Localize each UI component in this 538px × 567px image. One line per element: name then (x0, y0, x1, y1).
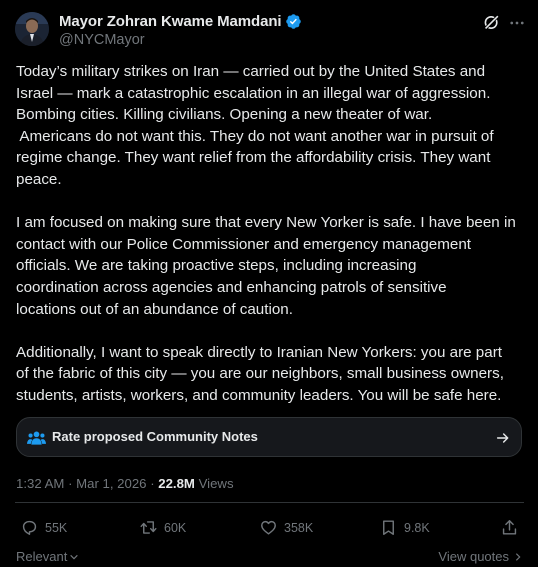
repost-count: 60K (164, 520, 187, 535)
meta-separator: · (68, 476, 73, 491)
post-line: students, artists, workers, and communit… (16, 386, 502, 404)
post-line: Bombing cities. Killing civilians. Openi… (16, 106, 433, 124)
community-notes-label: Rate proposed Community Notes (52, 429, 258, 444)
chevron-down-icon (70, 554, 79, 559)
rate-community-notes-button[interactable]: Rate proposed Community Notes (16, 417, 522, 457)
divider (15, 502, 524, 503)
post-line: Americans do not want this. They do not … (16, 127, 494, 145)
post-date[interactable]: Mar 1, 2026 (76, 476, 146, 491)
sort-replies-dropdown[interactable]: Relevant (16, 549, 79, 564)
post-time[interactable]: 1:32 AM (16, 476, 64, 491)
post-line: regime change. They want relief from the… (16, 149, 491, 167)
sort-label: Relevant (16, 549, 68, 564)
post-line: I am focused on making sure that every N… (16, 214, 516, 232)
post-body: Today’s military strikes on Iran — carri… (16, 61, 528, 407)
reply-icon (22, 520, 37, 535)
reply-count: 55K (45, 520, 68, 535)
share-button[interactable] (500, 518, 519, 537)
post-line: contact with our Police Commissioner and… (16, 235, 471, 253)
grok-icon[interactable] (482, 13, 501, 32)
views-label: Views (198, 476, 234, 491)
view-quotes-label: View quotes (438, 549, 509, 564)
author-handle[interactable]: @NYCMayor (59, 32, 145, 48)
post-paragraph: I am focused on making sure that every N… (16, 212, 528, 320)
heart-icon (261, 520, 276, 535)
post-line: Israel — mark a catastrophic escalation … (16, 84, 491, 102)
author-name-row[interactable]: Mayor Zohran Kwame Mamdani (59, 13, 302, 30)
more-icon[interactable] (508, 14, 526, 32)
verified-badge-icon (286, 14, 302, 29)
post-line: peace. (16, 170, 62, 188)
view-quotes-link[interactable]: View quotes (438, 549, 523, 564)
post-meta: 1:32 AM · Mar 1, 2026 · 22.8M Views (16, 476, 234, 491)
share-icon (502, 520, 517, 535)
bookmark-icon (383, 520, 394, 535)
post: Mayor Zohran Kwame Mamdani @NYCMayor Tod… (0, 0, 538, 567)
post-line: of the fabric of this city — you are our… (16, 365, 504, 383)
views-count: 22.8M (158, 476, 195, 491)
author-display-name[interactable]: Mayor Zohran Kwame Mamdani (59, 13, 282, 30)
post-paragraph: Today’s military strikes on Iran — carri… (16, 61, 528, 191)
reply-button[interactable]: 55K (20, 518, 67, 537)
post-line: Today’s military strikes on Iran — carri… (16, 63, 486, 80)
community-notes-icon (27, 431, 46, 445)
avatar-image (15, 12, 49, 46)
avatar[interactable] (15, 12, 49, 46)
post-line: Additionally, I want to speak directly t… (16, 343, 502, 361)
bookmark-count: 9.8K (404, 520, 430, 535)
post-line: locations out of an abundance of caution… (16, 300, 293, 318)
chevron-right-icon (515, 552, 521, 561)
meta-separator: · (150, 476, 155, 491)
like-count: 358K (284, 520, 314, 535)
repost-button[interactable]: 60K (139, 518, 186, 537)
repost-icon (140, 521, 157, 534)
post-line: officials. We are taking proactive steps… (16, 257, 417, 275)
like-button[interactable]: 358K (259, 518, 313, 537)
post-line: coordination across agencies and enhanci… (16, 278, 447, 296)
post-paragraph: Additionally, I want to speak directly t… (16, 342, 528, 407)
bookmark-button[interactable]: 9.8K (379, 518, 430, 537)
arrow-right-icon (496, 433, 509, 443)
